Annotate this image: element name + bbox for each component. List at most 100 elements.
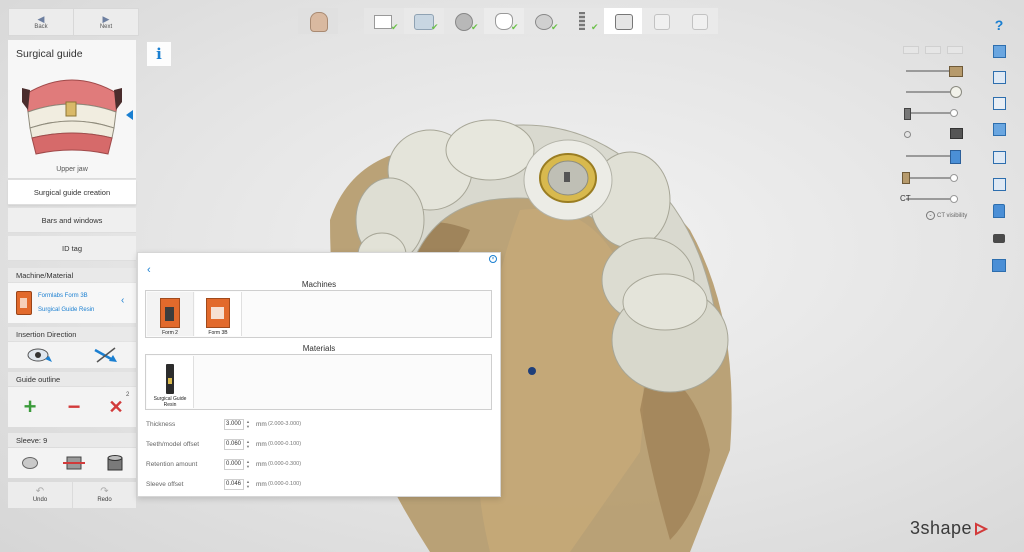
sleeve-cylinder-icon — [107, 455, 123, 471]
stepper-icon[interactable]: ▲ ▼ — [244, 479, 252, 489]
machine-form2-tile[interactable]: Form 2 — [147, 292, 194, 336]
stepper-icon[interactable]: ▲ ▼ — [244, 439, 252, 449]
surgical-guide-icon — [615, 14, 633, 30]
sleeve-model-icon — [950, 128, 963, 139]
check-icon: ✔ — [471, 22, 479, 32]
camera-icon — [993, 233, 1005, 243]
step-scan-button[interactable]: ✔ — [364, 8, 404, 34]
step-implant-button[interactable]: ✔ — [444, 8, 484, 34]
panel-title: Surgical guide — [16, 48, 83, 60]
view-top-button[interactable] — [991, 150, 1007, 164]
remove-outline-button[interactable]: − — [64, 394, 84, 419]
tooth-model-icon — [950, 86, 962, 98]
notes-button[interactable] — [991, 258, 1007, 272]
sleeve-ring-icon — [22, 457, 38, 469]
stepper-icon[interactable]: ▲ ▼ — [244, 419, 252, 429]
step-align-button[interactable]: ✔ — [404, 8, 444, 34]
dialog-close-button[interactable]: × — [489, 255, 497, 263]
add-outline-button[interactable]: + — [20, 394, 40, 419]
sleeve-side-view-button[interactable] — [104, 453, 126, 473]
jaw-pointer-icon — [126, 110, 133, 120]
step-ct-button[interactable]: ✔ — [524, 8, 564, 34]
machine-form3b-tile[interactable]: Form 3B — [195, 292, 242, 336]
param-retention-amount: Retention amount 0.000 ▲ ▼ mm (0.000-0.30… — [146, 458, 302, 470]
ct-visibility-toggle[interactable]: ⌄ CT visibility — [926, 211, 967, 220]
sleeve-offset-button[interactable] — [60, 453, 88, 473]
tissue-model-icon — [902, 172, 910, 184]
empty-toggle-icon[interactable] — [904, 131, 911, 138]
check-icon: ✔ — [551, 22, 559, 32]
patient-avatar-button[interactable] — [298, 8, 338, 34]
material-name: Surgical Guide Resin — [38, 307, 95, 313]
jaw-label: Upper jaw — [56, 166, 88, 173]
cube-front-icon — [992, 44, 1006, 58]
thickness-input[interactable]: 3.000 — [224, 418, 244, 430]
sleeve-offset-input[interactable]: 0.046 — [224, 478, 244, 490]
cube-left-icon — [992, 96, 1006, 110]
clip-icon — [993, 204, 1005, 218]
preset-1-button[interactable] — [903, 46, 919, 54]
check-icon: ✔ — [511, 22, 519, 32]
set-direction-button[interactable] — [92, 345, 120, 365]
redo-button[interactable]: ↷ Redo — [73, 482, 136, 508]
view-bottom-button[interactable] — [991, 177, 1007, 191]
landmark-marker — [528, 367, 536, 375]
view-back-button[interactable] — [991, 70, 1007, 84]
teeth-model-offset-input[interactable]: 0.060 — [224, 438, 244, 450]
back-button[interactable]: ◀ Back — [8, 8, 74, 36]
next-button[interactable]: ▶ Next — [73, 8, 139, 36]
dialog-back-button[interactable]: ‹ — [147, 264, 151, 276]
retention-amount-input[interactable]: 0.000 — [224, 458, 244, 470]
tab-surgical-guide-creation[interactable]: Surgical guide creation — [8, 180, 136, 205]
plus-icon: + — [23, 394, 37, 419]
printer-icon — [206, 298, 230, 328]
preset-2-button[interactable] — [925, 46, 941, 54]
denture-image — [22, 79, 122, 155]
visibility-slider[interactable] — [906, 195, 958, 203]
chevron-left-icon[interactable]: ‹ — [121, 295, 124, 306]
insertion-direction-header: Insertion Direction — [8, 327, 136, 341]
slider-knob[interactable] — [950, 174, 958, 182]
view-direction-button[interactable] — [26, 345, 54, 365]
visibility-slider[interactable] — [906, 109, 958, 117]
slider-knob[interactable] — [950, 109, 958, 117]
material-surgical-guide-resin-tile[interactable]: Surgical Guide Resin — [147, 356, 194, 408]
sleeve-top-view-button[interactable] — [20, 453, 40, 473]
export-icon — [654, 14, 670, 30]
brand-logo: 3shape — [910, 518, 989, 539]
step-finish-button[interactable] — [680, 8, 718, 34]
tab-bars-and-windows[interactable]: Bars and windows — [8, 208, 136, 233]
ct-label: CT — [900, 194, 911, 203]
screenshot-button[interactable] — [991, 231, 1007, 245]
help-icon[interactable]: ? — [991, 17, 1007, 33]
outline-count: 2 — [126, 392, 130, 398]
machine-material-header: Machine/Material — [8, 268, 136, 282]
machine-material-selector[interactable]: Formlabs Form 3B Surgical Guide Resin ‹ — [8, 283, 136, 323]
step-tooth-button[interactable]: ✔ — [484, 8, 524, 34]
view-left-button[interactable] — [991, 96, 1007, 110]
stepper-icon[interactable]: ▲ ▼ — [244, 459, 252, 469]
undo-button[interactable]: ↶ Undo — [8, 482, 72, 508]
check-icon: ✔ — [391, 22, 399, 32]
logo-triangle-icon — [975, 521, 989, 536]
preset-3-button[interactable] — [947, 46, 963, 54]
clipping-button[interactable] — [991, 204, 1007, 218]
view-front-button[interactable] — [991, 44, 1007, 58]
check-icon: ✔ — [591, 22, 599, 32]
cube-bottom-icon — [992, 177, 1006, 191]
jaw-thumbnail[interactable] — [20, 72, 124, 156]
view-right-button[interactable] — [991, 122, 1007, 136]
redo-icon: ↷ — [100, 486, 109, 497]
step-screw-button[interactable]: ✔ — [564, 8, 604, 34]
document-icon — [374, 15, 392, 29]
step-export-button[interactable] — [642, 8, 680, 34]
close-icon: ✕ — [108, 396, 124, 417]
cube-back-icon — [992, 70, 1006, 84]
step-surgical-guide-button[interactable] — [604, 8, 642, 34]
delete-outline-button[interactable]: ✕ — [106, 397, 126, 417]
info-icon[interactable]: i — [146, 41, 172, 67]
printer-icon — [160, 298, 180, 328]
visibility-slider[interactable] — [906, 174, 958, 182]
slider-knob[interactable] — [950, 195, 958, 203]
tab-id-tag[interactable]: ID tag — [8, 236, 136, 261]
